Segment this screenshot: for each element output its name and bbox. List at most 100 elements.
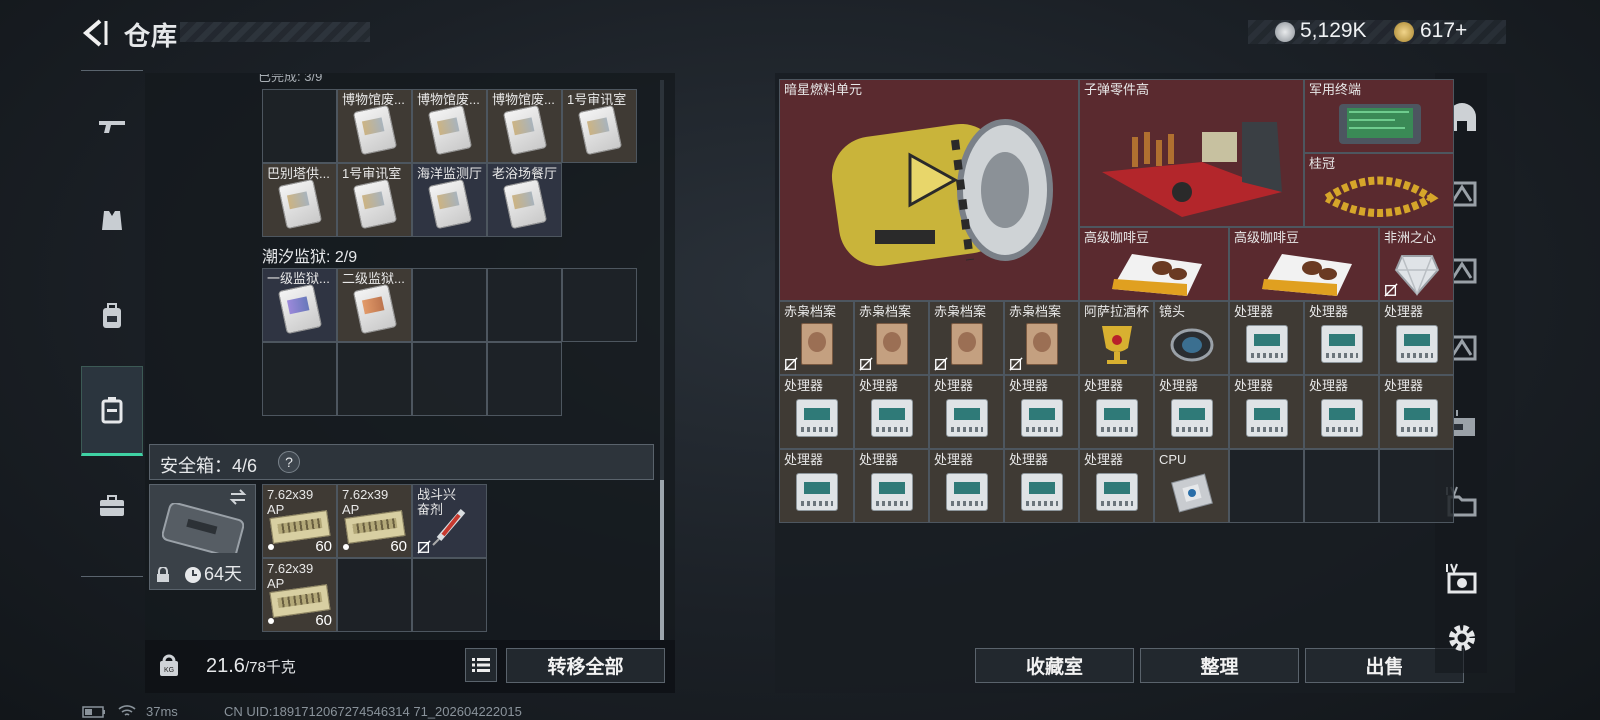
empty-slot[interactable] [412,558,487,632]
keycard-slot[interactable]: 1号审讯室 [562,89,637,163]
empty-slot[interactable] [562,268,637,342]
empty-slot[interactable] [337,558,412,632]
swap-icon[interactable] [229,489,247,505]
processor-icon [1245,398,1288,437]
settings-gear-icon[interactable] [1445,621,1479,655]
stash-item[interactable]: 子弹零件高 [1079,79,1304,227]
stash-item[interactable]: 阿萨拉酒杯 [1079,301,1154,375]
transfer-all-button[interactable]: 转移全部 [506,648,665,683]
nav-storage-case[interactable] [81,366,143,456]
item-label: 1号审讯室 [567,92,627,107]
item-label: 处理器 [1159,378,1199,393]
stash-item[interactable]: 处理器 [854,449,929,523]
help-icon[interactable]: ? [278,451,300,473]
safe-box-container[interactable]: 64天 [149,484,256,590]
stash-item[interactable]: 处理器 [1379,301,1454,375]
stash-item[interactable]: 处理器 [1304,375,1379,449]
nav-briefcase[interactable] [81,461,143,551]
prison-keycard-slot[interactable]: 一级监狱... [262,268,337,342]
stash-item[interactable]: 处理器 [1229,375,1304,449]
item-label: 处理器 [1384,378,1424,393]
ammo-slot[interactable]: 7.62x39 AP 60 [337,484,412,558]
prison-section-title: 潮汐监狱: 2/9 [262,249,358,266]
item-label: 赤枭档案 [784,304,837,319]
stash-item[interactable]: 处理器 [854,375,929,449]
item-label: 子弹零件高 [1084,82,1150,97]
keycard-slot[interactable]: 博物馆废... [412,89,487,163]
empty-slot[interactable] [1229,449,1304,523]
keycard-slot[interactable]: 老浴场餐厅 [487,163,562,237]
stash-item[interactable]: 桂冠 [1304,153,1454,227]
empty-slot[interactable] [1304,449,1379,523]
unmarked-icon [1009,357,1023,371]
laurel-crown-icon [1324,176,1439,217]
item-label: 处理器 [859,452,899,467]
stash-item[interactable]: 军用终端 [1304,79,1454,153]
stash-tab-iv-b-icon[interactable] [1445,562,1479,596]
keycard-icon [427,104,472,155]
stash-item[interactable]: 赤枭档案 [854,301,929,375]
empty-slot[interactable] [412,342,487,416]
lens-icon [1170,328,1214,362]
scrollbar-thumb[interactable] [660,480,664,640]
keycard-slot[interactable]: 巴别塔供... [262,163,337,237]
processor-icon [1245,324,1288,363]
dossier-icon [950,322,983,365]
stash-item[interactable]: 非洲之心 [1379,227,1454,301]
empty-slot[interactable] [412,268,487,342]
diamond-icon [1394,255,1440,297]
stash-item[interactable]: 高级咖啡豆 [1229,227,1379,301]
stack-count: 60 [390,538,407,555]
back-arrow-icon[interactable] [80,18,110,48]
empty-slot[interactable] [487,342,562,416]
nav-armor[interactable] [81,176,143,266]
keycard-slot[interactable]: 海洋监测厅 [412,163,487,237]
empty-slot[interactable] [487,268,562,342]
stash-item[interactable]: 处理器 [1079,375,1154,449]
stash-item[interactable]: 处理器 [1304,301,1379,375]
list-view-button[interactable] [465,648,497,682]
stash-item[interactable]: 处理器 [1004,449,1079,523]
nav-weapons[interactable] [81,81,143,171]
keycard-icon [277,178,322,229]
stash-item[interactable]: 处理器 [1079,449,1154,523]
empty-slot[interactable] [337,342,412,416]
ammo-slot[interactable]: 7.62x39 AP 60 [262,558,337,632]
collection-room-button[interactable]: 收藏室 [975,648,1134,683]
nav-backpack[interactable] [81,271,143,361]
item-label: CPU [1159,452,1187,467]
stash-item[interactable]: 处理器 [779,449,854,523]
processor-icon [795,472,838,511]
stash-item[interactable]: 处理器 [929,375,1004,449]
processor-icon [1095,472,1138,511]
stash-item[interactable]: 处理器 [1004,375,1079,449]
stash-item[interactable]: 处理器 [929,449,1004,523]
keycard-slot[interactable]: 博物馆废... [487,89,562,163]
empty-slot[interactable] [262,342,337,416]
stash-item[interactable]: 赤枭档案 [929,301,1004,375]
prison-keycard-slot[interactable]: 二级监狱... [337,268,412,342]
stash-item[interactable]: 镜头 [1154,301,1229,375]
item-label: 处理器 [859,378,899,393]
stack-count: 60 [315,612,332,629]
keycard-slot[interactable]: 博物馆废... [337,89,412,163]
processor-icon [1320,398,1363,437]
stash-item[interactable]: 处理器 [779,375,854,449]
item-label: 一级监狱... [267,271,330,286]
stash-item[interactable]: 处理器 [1229,301,1304,375]
stash-item[interactable]: 处理器 [1154,375,1229,449]
stimulant-slot[interactable]: 战斗兴奋剂 [412,484,487,558]
stash-item[interactable]: 暗星燃料单元 [779,79,1079,301]
empty-slot[interactable] [1379,449,1454,523]
sort-button[interactable]: 整理 [1140,648,1299,683]
stash-item[interactable]: 赤枭档案 [1004,301,1079,375]
keycard-icon [502,104,547,155]
stash-item[interactable]: CPU [1154,449,1229,523]
empty-slot[interactable] [262,89,337,163]
keycard-slot[interactable]: 1号审讯室 [337,163,412,237]
currency-gold-value[interactable]: 617+ [1420,19,1467,43]
ammo-slot[interactable]: 7.62x39 AP 60 [262,484,337,558]
stash-item[interactable]: 赤枭档案 [779,301,854,375]
stash-item[interactable]: 处理器 [1379,375,1454,449]
stash-item[interactable]: 高级咖啡豆 [1079,227,1229,301]
